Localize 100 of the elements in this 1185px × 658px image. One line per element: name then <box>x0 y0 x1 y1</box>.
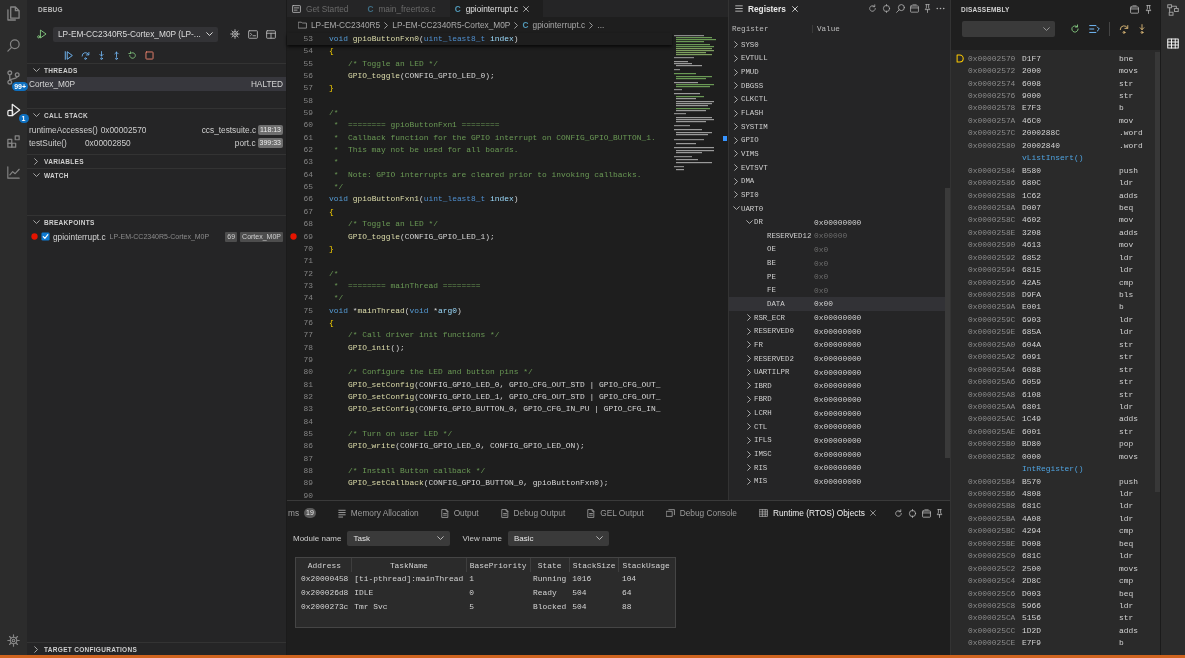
chevron-right-icon[interactable] <box>746 341 752 349</box>
breakpoint-icon[interactable] <box>289 233 297 241</box>
panel-tab[interactable]: Memory Allocation <box>326 501 430 525</box>
minimap[interactable] <box>672 35 716 171</box>
panel-tab[interactable]: Runtime (RTOS) Objects <box>747 501 887 525</box>
breadcrumb-item[interactable]: LP-EM-CC2340R5 <box>311 20 381 30</box>
panel-title[interactable]: Registers <box>748 3 786 14</box>
more-icon[interactable] <box>936 7 945 10</box>
step-out-icon[interactable] <box>113 50 120 60</box>
chevron-right-icon[interactable] <box>746 314 752 322</box>
editor-tab[interactable]: C gpiointerrupt.c <box>449 0 544 17</box>
panel-tab[interactable]: Output <box>429 501 490 525</box>
chevron-right-icon[interactable] <box>746 423 752 431</box>
chevron-down-icon[interactable] <box>732 206 740 211</box>
thread-name: Cortex_M0P <box>29 79 76 89</box>
chevron-right-icon[interactable] <box>733 150 739 158</box>
chart-icon[interactable] <box>7 166 20 179</box>
chevron-right-icon[interactable] <box>733 123 739 131</box>
scrollbar-thumb[interactable] <box>1155 52 1160 492</box>
chevron-right-icon[interactable] <box>34 645 39 653</box>
run-debug-icon[interactable] <box>6 103 21 117</box>
chevron-down-icon[interactable] <box>33 68 40 73</box>
refresh-icon[interactable] <box>894 508 903 518</box>
chevron-down-icon <box>437 535 445 541</box>
files-icon[interactable] <box>7 6 20 21</box>
list-icon[interactable] <box>1089 24 1100 34</box>
refresh-icon[interactable] <box>868 4 877 13</box>
breadcrumb-item[interactable]: LP-EM-CC2340R5-Cortex_M0P <box>392 20 511 30</box>
chevron-right-icon[interactable] <box>746 368 752 376</box>
chevron-right-icon[interactable] <box>34 158 39 165</box>
terminal-icon[interactable] <box>247 29 258 39</box>
close-icon[interactable] <box>869 510 876 516</box>
chevron-right-icon[interactable] <box>733 109 739 117</box>
chevron-right-icon[interactable] <box>733 82 739 90</box>
pin-icon[interactable] <box>1145 4 1152 14</box>
table-icon[interactable] <box>1167 38 1179 49</box>
chevron-right-icon[interactable] <box>746 395 752 403</box>
chevron-right-icon[interactable] <box>746 477 752 485</box>
chevron-right-icon[interactable] <box>746 409 752 417</box>
chevron-right-icon <box>384 21 389 29</box>
step-over-icon[interactable] <box>1119 24 1129 34</box>
search-icon[interactable] <box>896 4 905 13</box>
breakpoint-file[interactable]: gpiointerrupt.c <box>53 231 106 242</box>
chevron-right-icon[interactable] <box>733 41 739 49</box>
stop-icon[interactable] <box>145 50 154 60</box>
play-icon[interactable] <box>37 29 47 39</box>
pin-icon[interactable] <box>924 4 931 13</box>
chevron-right-icon[interactable] <box>733 191 739 199</box>
checkbox[interactable] <box>41 232 50 241</box>
stack-frame-file[interactable]: port.c <box>234 137 256 148</box>
chevron-right-icon[interactable] <box>746 450 752 458</box>
panel-tab[interactable]: GEL Output <box>576 501 655 525</box>
stack-frame-function[interactable]: testSuite() <box>29 137 82 148</box>
source-control-icon[interactable] <box>7 70 20 85</box>
stack-frame-file[interactable]: ccs_testsuite.c <box>201 124 257 135</box>
chevron-right-icon[interactable] <box>733 136 739 144</box>
settings-icon[interactable] <box>7 634 20 647</box>
chevron-right-icon[interactable] <box>746 436 752 444</box>
refresh-icon[interactable] <box>1070 24 1080 34</box>
sync-icon[interactable] <box>882 4 891 13</box>
window-icon[interactable] <box>1130 4 1139 14</box>
view-select[interactable]: Basic <box>507 530 609 546</box>
step-into-icon[interactable] <box>98 50 105 60</box>
window-icon[interactable] <box>922 508 931 518</box>
chevron-right-icon[interactable] <box>746 464 752 472</box>
breadcrumb-item[interactable]: ... <box>597 20 605 30</box>
chevron-right-icon[interactable] <box>733 164 739 172</box>
continue-icon[interactable] <box>64 50 73 60</box>
stack-frame-address: 0x00002850 <box>85 137 131 148</box>
chevron-down-icon[interactable] <box>33 113 40 118</box>
split-window-icon[interactable] <box>265 29 276 39</box>
chevron-right-icon[interactable] <box>733 54 739 62</box>
settings-icon[interactable] <box>229 29 240 39</box>
restart-icon[interactable] <box>128 50 137 60</box>
menu-icon[interactable] <box>735 5 743 12</box>
sync-icon[interactable] <box>908 508 917 518</box>
launch-config-dropdown[interactable]: LP-EM-CC2340R5-Cortex_M0P (LP-... <box>53 26 218 42</box>
diagram-icon[interactable] <box>1167 4 1179 16</box>
chevron-right-icon[interactable] <box>733 68 739 76</box>
module-select[interactable]: Task <box>347 530 451 546</box>
panel-tab[interactable]: Debug Console <box>654 501 748 525</box>
search-icon[interactable] <box>7 39 20 52</box>
panel-tab[interactable]: Debug Output <box>489 501 577 525</box>
extensions-icon[interactable] <box>7 135 20 148</box>
step-into-icon[interactable] <box>1138 24 1146 34</box>
close-icon[interactable] <box>523 5 530 12</box>
chevron-down-icon[interactable] <box>33 173 40 178</box>
thread-row[interactable]: Cortex_M0P HALTED <box>27 77 286 91</box>
chevron-right-icon[interactable] <box>733 95 739 103</box>
step-over-icon[interactable] <box>81 50 90 60</box>
breadcrumb-item[interactable]: gpiointerrupt.c <box>532 20 586 30</box>
pin-icon[interactable] <box>936 508 943 518</box>
chevron-right-icon[interactable] <box>746 355 752 363</box>
chevron-down-icon[interactable] <box>33 220 40 225</box>
window-icon[interactable] <box>910 4 919 13</box>
chevron-down-icon[interactable] <box>745 220 753 225</box>
chevron-right-icon[interactable] <box>746 382 752 390</box>
chevron-right-icon[interactable] <box>733 177 739 185</box>
stack-frame-function[interactable]: runtimeAccesses() <box>29 124 98 135</box>
chevron-right-icon[interactable] <box>746 327 752 335</box>
